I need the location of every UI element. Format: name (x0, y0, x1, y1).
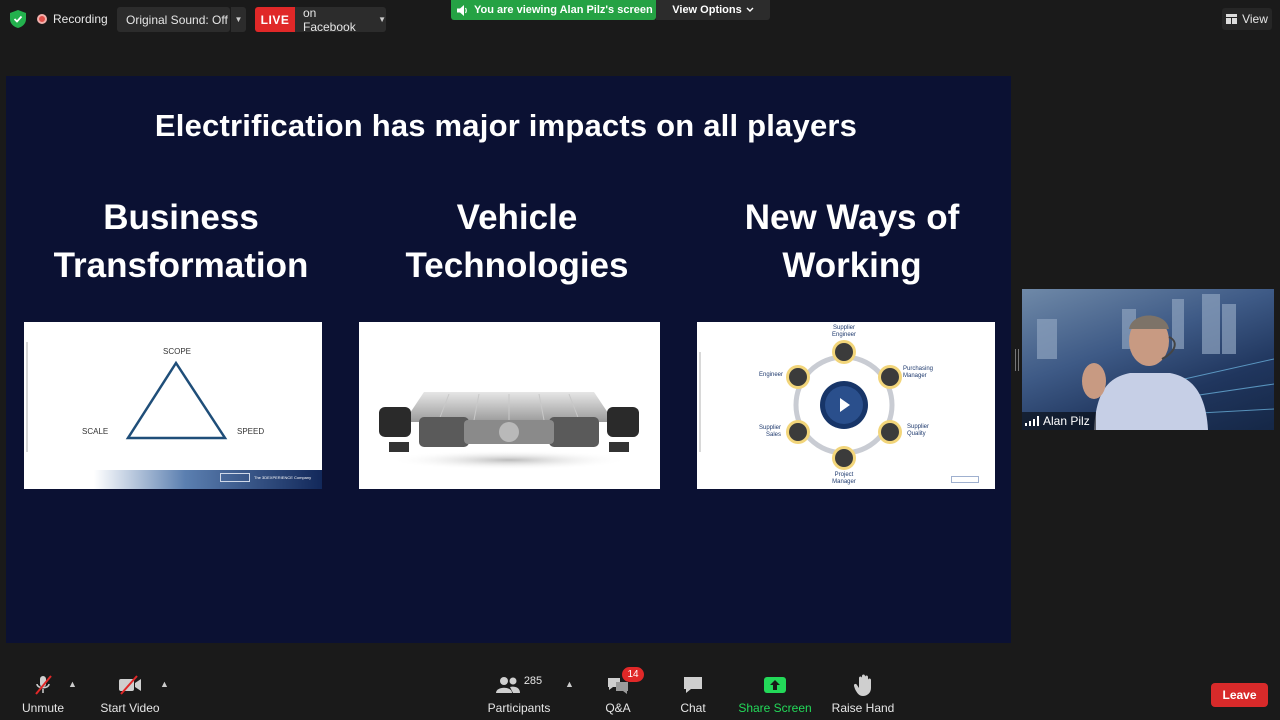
viewing-screen-banner: You are viewing Alan Pilz's screen (451, 0, 656, 20)
heading-line: New Ways of (744, 198, 960, 237)
view-label: View (1242, 12, 1268, 26)
viewing-banner-text: You are viewing Alan Pilz's screen (474, 4, 653, 16)
role-line: Supplier (907, 424, 930, 430)
heading-line: Technologies (405, 246, 629, 285)
recording-indicator[interactable]: Recording (37, 8, 108, 30)
qa-count-badge: 14 (622, 667, 644, 682)
participant-name-tag: Alan Pilz (1022, 412, 1096, 430)
participant-name: Alan Pilz (1043, 414, 1090, 428)
caret-down-icon: ▼ (378, 15, 386, 24)
live-label: LIVE (260, 12, 290, 27)
leave-button[interactable]: Leave (1211, 683, 1268, 707)
original-sound-label: Original Sound: Off (126, 12, 228, 27)
raise-hand-button[interactable]: Raise Hand (831, 672, 895, 718)
slide-title: Electrification has major impacts on all… (154, 108, 858, 143)
thumbnail-scope-scale-speed: SCOPE SCALE SPEED The 3DEXPERIENCE Compa… (24, 322, 322, 489)
role-line: Project (834, 472, 854, 478)
column-heading-vehicle: Vehicle Technologies (357, 194, 677, 290)
heading-line: Transformation (53, 246, 309, 285)
participants-button[interactable]: 285 Participants (487, 672, 551, 718)
video-options-caret-icon[interactable]: ▲ (160, 679, 169, 689)
shared-screen-slide: Electrification has major impacts on all… (6, 76, 1011, 643)
speed-label: SPEED (237, 427, 265, 436)
role-supplier-engineer: Supplier Engineer (822, 325, 866, 339)
muted-microphone-icon (32, 672, 54, 698)
live-target-dropdown[interactable]: on Facebook ▼ (295, 5, 386, 34)
unmute-button[interactable]: Unmute (18, 672, 68, 718)
role-engineer: Engineer (759, 372, 783, 379)
ev-chassis-image (379, 392, 639, 470)
start-video-button[interactable]: Start Video (100, 672, 160, 718)
collaboration-wheel (699, 340, 902, 470)
ds-logo-icon (951, 476, 979, 483)
original-sound-button[interactable]: Original Sound: Off (117, 7, 230, 32)
role-supplier-sales: Supplier Sales (759, 425, 781, 439)
video-off-icon (117, 672, 143, 698)
panel-resize-handle[interactable] (1015, 349, 1019, 371)
role-project-manager: Project Manager (822, 472, 866, 486)
role-supplier-quality: Supplier Quality (907, 424, 929, 438)
role-line: Manager (903, 373, 927, 379)
view-button[interactable]: View (1222, 8, 1272, 30)
qa-button[interactable]: 14 Q&A (600, 667, 644, 718)
view-options-button[interactable]: View Options (656, 0, 770, 20)
participant-video-tile[interactable]: Alan Pilz (1022, 289, 1274, 430)
ds-logo-icon (220, 473, 250, 482)
speaker-icon (457, 4, 467, 16)
audio-options-caret-icon[interactable]: ▲ (68, 679, 77, 689)
column-heading-working: New Ways of Working (692, 194, 1012, 290)
role-line: Quality (907, 431, 926, 437)
participants-icon: 285 (495, 672, 543, 698)
company-footer: The 3DEXPERIENCE Company (254, 475, 312, 480)
scale-label: SCALE (82, 427, 109, 436)
original-sound-dropdown[interactable]: ▼ (230, 7, 246, 32)
recording-dot-icon (37, 14, 47, 24)
thumbnail-ev-chassis (359, 322, 660, 489)
caret-down-icon: ▼ (234, 15, 243, 24)
role-line: Sales (766, 432, 782, 438)
chat-label: Chat (680, 701, 706, 715)
scope-label: SCOPE (163, 347, 192, 356)
participants-count: 285 (523, 675, 543, 687)
role-line: Purchasing (903, 366, 934, 372)
raise-hand-icon (854, 672, 872, 698)
chevron-down-icon (746, 7, 754, 12)
live-target-label: on Facebook (303, 5, 356, 34)
zoom-meeting-window: Recording Original Sound: Off ▼ LIVE on … (0, 0, 1280, 720)
recording-label: Recording (53, 12, 108, 26)
leave-label: Leave (1222, 688, 1257, 702)
heading-line: Working (782, 246, 922, 285)
role-line: Engineer (759, 372, 784, 378)
participant-video-feed (1037, 294, 1274, 430)
heading-line: Business (103, 198, 259, 237)
role-line: Engineer (831, 332, 857, 338)
raise-hand-label: Raise Hand (831, 701, 895, 715)
role-line: Manager (832, 479, 856, 485)
qa-label: Q&A (605, 701, 631, 715)
role-purchasing-manager: Purchasing Manager (903, 366, 933, 380)
participants-label: Participants (487, 701, 551, 715)
role-line: Supplier (759, 425, 782, 431)
share-screen-button[interactable]: Share Screen (738, 672, 812, 718)
chat-button[interactable]: Chat (675, 672, 711, 718)
unmute-label: Unmute (21, 701, 65, 715)
qa-icon: 14 (606, 667, 644, 698)
share-screen-icon (763, 672, 787, 698)
start-video-label: Start Video (100, 701, 160, 715)
heading-line: Vehicle (456, 198, 578, 237)
role-line: Supplier (832, 325, 855, 331)
live-badge[interactable]: LIVE (255, 7, 295, 32)
thumbnail-collaboration-wheel: Supplier Engineer Purchasing Manager Sup… (697, 322, 995, 489)
grid-view-icon (1226, 14, 1238, 24)
security-shield-icon[interactable] (10, 10, 26, 28)
signal-strength-icon (1025, 416, 1039, 426)
column-heading-business: Business Transformation (21, 194, 341, 290)
chat-icon (682, 672, 704, 698)
share-screen-label: Share Screen (738, 701, 812, 715)
view-options-label: View Options (672, 4, 742, 16)
participants-options-caret-icon[interactable]: ▲ (565, 679, 574, 689)
